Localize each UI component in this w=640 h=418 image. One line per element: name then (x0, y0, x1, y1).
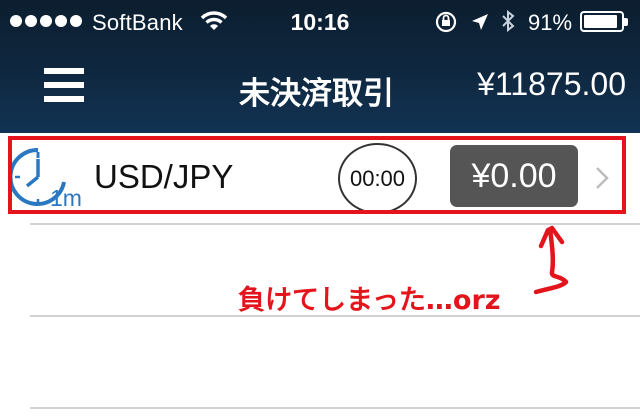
battery-icon (580, 11, 628, 32)
status-bar: SoftBank 10:16 91% (0, 0, 640, 42)
row-divider (30, 407, 640, 409)
battery-percent: 91% (528, 10, 573, 35)
menu-icon[interactable] (44, 68, 84, 102)
location-arrow-icon (472, 14, 488, 30)
header: SoftBank 10:16 91% 未決済取引 ¥11875.00 (0, 0, 640, 133)
annotation-text: 負けてしまった…orz (238, 285, 501, 316)
page-title: 未決済取引 (239, 76, 394, 111)
annotation-arrow-icon (533, 225, 569, 295)
highlight-box (8, 136, 626, 214)
bluetooth-icon (502, 9, 515, 33)
account-balance: ¥11875.00 (477, 66, 626, 102)
rotation-lock-icon (435, 11, 457, 33)
